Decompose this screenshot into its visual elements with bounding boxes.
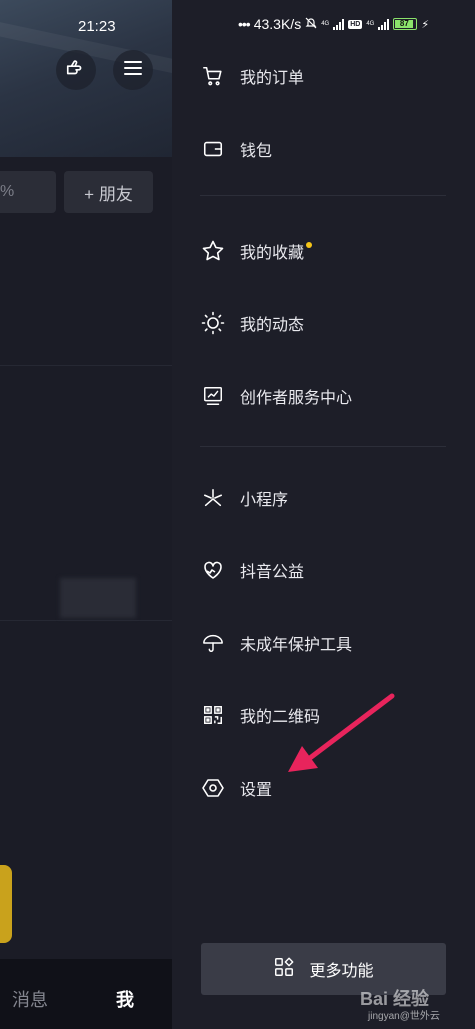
menu-item-wallet[interactable]: 钱包: [200, 129, 460, 169]
star-icon: [200, 238, 226, 264]
menu-item-mini-program[interactable]: 小程序: [200, 478, 460, 518]
dots-icon: •••: [238, 16, 251, 32]
signal-icon: [333, 18, 345, 30]
chart-monitor-icon: [200, 383, 226, 409]
menu-label: 抖音公益: [240, 564, 305, 581]
add-friend-button[interactable]: + 朋友: [64, 171, 153, 213]
more-functions-label: 更多功能: [309, 963, 374, 980]
battery-level: 87: [395, 20, 414, 28]
menu-item-creator-center[interactable]: 创作者服务中心: [200, 376, 460, 416]
divider: [0, 365, 172, 366]
floating-tab[interactable]: [0, 865, 12, 943]
menu-label: 设置: [240, 782, 273, 799]
search-input-partial[interactable]: %: [0, 171, 56, 213]
battery-icon: 87: [393, 18, 418, 30]
menu-item-minor-protection[interactable]: 未成年保护工具: [200, 623, 460, 663]
hd-badge: HD: [348, 19, 363, 29]
menu-label: 钱包: [240, 143, 273, 160]
menu-label: 未成年保护工具: [240, 637, 353, 654]
cart-icon: [200, 63, 226, 89]
heart-hand-icon: [200, 557, 226, 583]
menu-item-orders[interactable]: 我的订单: [200, 56, 460, 96]
menu-item-favorites[interactable]: 我的收藏: [200, 231, 460, 271]
annotation-arrow: [288, 693, 395, 772]
menu-label: 创作者服务中心: [240, 390, 353, 407]
status-indicators: ••• 43.3K/s 4G HD 4G 87 ⚡: [238, 16, 429, 32]
network-type-1: 4G: [321, 21, 330, 27]
mute-bell-icon: [305, 16, 317, 32]
hand-pointer-icon: [65, 57, 87, 84]
watermark-subtext: jingyan@世外云: [368, 1011, 440, 1022]
qr-code-icon: [200, 702, 226, 728]
new-indicator-dot: [306, 242, 313, 248]
menu-item-activity[interactable]: 我的动态: [200, 303, 460, 343]
status-time: 21:23: [78, 18, 116, 35]
menu-button[interactable]: [113, 50, 153, 90]
umbrella-icon: [200, 630, 226, 656]
hamburger-icon: [123, 59, 143, 82]
hand-pointer-button[interactable]: [56, 50, 96, 90]
network-speed: 43.3K/s: [253, 16, 302, 32]
hexagon-settings-icon: [200, 775, 226, 801]
divider: [0, 620, 172, 621]
mini-program-icon: [200, 485, 226, 511]
menu-label: 小程序: [240, 492, 289, 509]
sun-icon: [200, 310, 226, 336]
divider: [200, 195, 446, 196]
menu-label: 我的收藏: [240, 245, 305, 262]
divider: [200, 446, 446, 447]
menu-item-charity[interactable]: 抖音公益: [200, 550, 460, 590]
blurred-content: [60, 578, 136, 618]
nav-me[interactable]: 我: [116, 986, 134, 1012]
grid-apps-icon: [273, 956, 295, 983]
charging-icon: ⚡: [421, 18, 430, 31]
network-type-2: 4G: [366, 21, 375, 27]
menu-label: 我的动态: [240, 317, 305, 334]
search-input-text: %: [0, 183, 15, 200]
signal-icon: [378, 18, 390, 30]
wallet-icon: [200, 136, 226, 162]
nav-messages[interactable]: 消息: [12, 986, 48, 1012]
menu-label: 我的订单: [240, 70, 305, 87]
